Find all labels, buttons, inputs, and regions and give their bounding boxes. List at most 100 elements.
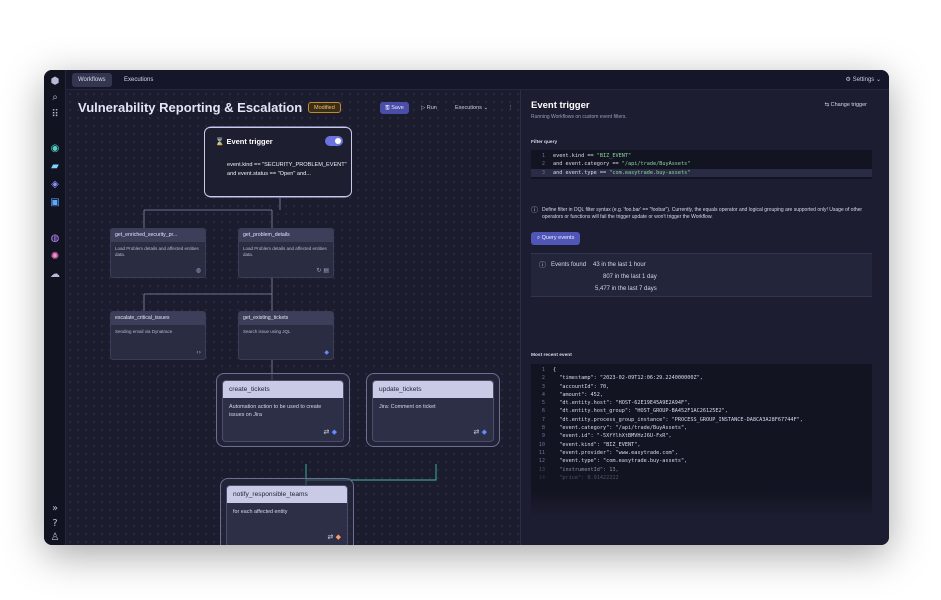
user-icon[interactable]: ♙ (48, 530, 62, 544)
gear-icon: ⚙ (845, 76, 851, 83)
line-number: 3 (541, 169, 545, 176)
info-icon: ⓘ (531, 206, 538, 214)
trigger-config-panel: Event trigger Running Workflows on custo… (520, 90, 889, 545)
code-text: "instrumentId": 13, (553, 466, 619, 473)
node-title: get_enriched_security_pr... (111, 229, 205, 242)
line-number: 4 (541, 391, 545, 398)
code-text: "amount": 452, (553, 391, 603, 398)
node-get-enriched-security[interactable]: get_enriched_security_pr... Load Problem… (110, 228, 206, 278)
node-title: escalate_critical_issues (111, 312, 205, 325)
apps-grid-icon[interactable]: ⠿ (48, 107, 62, 121)
events-found-label: Events found (551, 262, 587, 268)
event-json-line: 12 "event.type": "com.easytrade.buy-asse… (531, 457, 872, 465)
jira-icon: ◆ (324, 349, 329, 356)
event-json-line: 5 "dt.entity.host": "HOST-62E19E45A9E2A9… (531, 399, 872, 407)
code-text: "timestamp": "2023-02-09T12:06:29.224000… (553, 375, 703, 382)
line-number: 13 (538, 466, 545, 473)
filter-query-editor[interactable]: 1 event.kind == "BIZ_EVENT" 2 and event.cat… (531, 150, 872, 179)
code-text: and event.category == (553, 161, 622, 168)
node-create-tickets[interactable]: create_tickets Automation action to be u… (222, 380, 344, 442)
line-number: 7 (541, 416, 545, 423)
node-notify-responsible-teams[interactable]: notify_responsible_teams for each affect… (226, 485, 348, 545)
code-text: "dt.entity.host": "HOST-62E19E45A9E2A94F… (553, 400, 691, 407)
save-icon: 🖫 (385, 105, 390, 111)
app-icon-1[interactable]: ◉ (48, 141, 62, 155)
logo-icon[interactable]: ⬢ (48, 74, 62, 88)
event-json-line: 1{ (531, 366, 872, 374)
node-escalate-critical-issues[interactable]: escalate_critical_issues Sending email v… (110, 311, 206, 360)
expand-icon[interactable]: » (48, 501, 62, 515)
node-update-tickets[interactable]: update_tickets Jira: Comment on ticket ⇄… (372, 380, 494, 442)
line-number: 1 (541, 367, 545, 373)
jira-icon: ⇄ ◆ (473, 428, 488, 436)
most-recent-event-label: Most recent event (531, 353, 572, 358)
event-json-line: 7 "dt.entity.process_group_instance": "P… (531, 416, 872, 424)
code-text: "dt.entity.host_group": "HOST_GROUP-BA45… (553, 408, 728, 415)
edge-problem-details-split (143, 278, 273, 311)
app-icon-2[interactable]: ▰ (48, 159, 62, 173)
line-number: 10 (538, 441, 545, 448)
edge-trigger-split (143, 197, 281, 228)
code-text: "accountId": 70, (553, 383, 610, 390)
settings-label: Settings (852, 77, 875, 83)
change-trigger-button[interactable]: ⇆ Change trigger (824, 102, 867, 108)
save-button[interactable]: 🖫 Save (380, 102, 409, 114)
search-icon: ⌕ (537, 235, 541, 241)
line-number: 3 (541, 383, 545, 390)
workflow-canvas[interactable]: Vulnerability Reporting & Escalation Mod… (66, 90, 519, 545)
change-trigger-label: Change trigger (830, 102, 867, 108)
events-found-box: ⓘ Events found 43 in the last 1 hour 807… (531, 253, 872, 297)
app-icon-6[interactable]: ☁ (48, 267, 62, 281)
executions-dropdown[interactable]: Executions ⌄ (455, 102, 488, 114)
event-json-line: 9 "event.id": "-5XfYlhXtBMVHzJ6U-FxR", (531, 432, 872, 440)
line-number: 2 (541, 161, 545, 168)
trigger-title-label: Event trigger (226, 137, 273, 146)
line-number: 5 (541, 400, 545, 407)
run-button[interactable]: ▷ Run (421, 102, 437, 114)
search-icon[interactable]: ⌕ (48, 90, 62, 104)
workflows-app-icon[interactable]: ▣ (48, 195, 62, 209)
node-description: Load Problem details and affected entiti… (115, 246, 199, 257)
play-icon: ▷ (421, 105, 426, 111)
event-json-line: 14 "price": 0.91422222 (531, 474, 872, 482)
trigger-node[interactable]: ⌛ Event trigger event.kind == "SECURITY_… (204, 127, 352, 197)
query-events-button[interactable]: ⌕ Query events (531, 232, 581, 245)
node-description: Automation action to be used to create i… (229, 404, 322, 418)
code-string: "BIZ_EVENT" (596, 153, 632, 159)
tab-executions[interactable]: Executions (118, 73, 159, 87)
panel-subtitle: Running Workflows on custom event filter… (531, 114, 627, 120)
tab-workflows[interactable]: Workflows (72, 73, 112, 87)
app-icon-5[interactable]: ✺ (48, 249, 62, 263)
help-icon[interactable]: ? (48, 516, 62, 530)
node-get-problem-details[interactable]: get_problem_details Load Problem details… (238, 228, 334, 278)
line-number: 2 (541, 375, 545, 382)
info-icon: ⓘ (539, 261, 546, 269)
code-text: "event.provider": "www.easytrade.com", (553, 449, 678, 456)
line-number: 11 (538, 449, 545, 456)
code-text: "event.category": "/api/trade/BuyAssets"… (553, 425, 688, 432)
loop-icon: ↻ ▤ (316, 267, 329, 274)
event-json-line: 6 "dt.entity.host_group": "HOST_GROUP-BA… (531, 407, 872, 415)
trigger-toggle[interactable] (325, 136, 343, 146)
trigger-title: ⌛ Event trigger (215, 137, 273, 146)
node-title: notify_responsible_teams (227, 486, 347, 503)
events-count-1d: 807 in the last 1 day (603, 274, 657, 280)
line-number: 8 (541, 425, 545, 432)
more-options-icon[interactable]: ⋮ (508, 102, 514, 114)
event-json-line: 8 "event.category": "/api/trade/BuyAsset… (531, 424, 872, 432)
run-label: Run (426, 105, 437, 111)
settings-menu[interactable]: ⚙ Settings ⌄ (846, 73, 881, 87)
app-icon-4[interactable]: ◍ (48, 231, 62, 245)
node-description: for each affected entity (233, 509, 288, 515)
node-description: Jira: Comment on ticket (379, 404, 436, 410)
app-icon-3[interactable]: ◈ (48, 177, 62, 191)
top-bar: Workflows Executions ⚙ Settings ⌄ (66, 70, 889, 90)
line-number: 1 (541, 153, 545, 159)
line-number: 12 (538, 458, 545, 465)
node-get-existing-tickets[interactable]: get_existing_tickets Search issue using … (238, 311, 334, 360)
code-text: "event.id": "-5XfYlhXtBMVHzJ6U-FxR", (553, 433, 672, 440)
line-number: 9 (541, 433, 545, 440)
app-window: ⬢ ⌕ ⠿ ◉ ▰ ◈ ▣ ◍ ✺ ☁ » ? ♙ Workflows Exec… (44, 70, 889, 545)
left-rail: ⬢ ⌕ ⠿ ◉ ▰ ◈ ▣ ◍ ✺ ☁ » ? ♙ (44, 70, 66, 545)
executions-label: Executions (455, 105, 482, 111)
